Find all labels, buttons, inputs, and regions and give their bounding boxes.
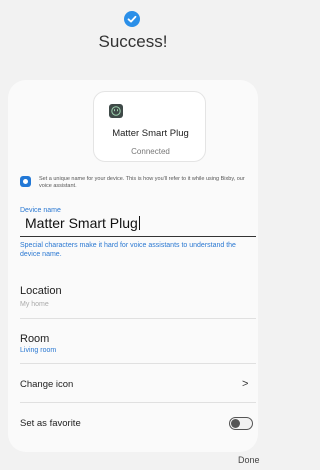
favorite-toggle[interactable]: [229, 417, 253, 430]
device-name-label: Device name: [20, 207, 61, 214]
checkmark-icon: [124, 11, 140, 27]
device-name-underline: [20, 236, 256, 237]
divider: [20, 363, 256, 364]
device-name-input-value: Matter Smart Plug: [25, 215, 138, 231]
device-name-input[interactable]: Matter Smart Plug: [25, 215, 140, 231]
special-characters-warning: Special characters make it hard for voic…: [20, 242, 236, 258]
room-label: Room: [20, 333, 50, 345]
device-tile: Matter Smart Plug Connected: [93, 91, 206, 162]
divider: [20, 402, 256, 403]
success-header: Success!: [0, 0, 266, 70]
naming-hint: Set a unique name for your device. This …: [39, 176, 245, 189]
done-button[interactable]: Done: [238, 455, 260, 465]
text-cursor: [138, 216, 140, 230]
toggle-knob: [231, 418, 240, 428]
room-value: Living room: [20, 347, 57, 354]
device-status: Connected: [131, 147, 170, 156]
chevron-right-icon: >: [242, 378, 249, 390]
location-value: My home: [20, 301, 49, 308]
device-name: Matter Smart Plug: [112, 128, 189, 139]
smart-plug-icon: [109, 104, 123, 118]
bixby-icon: [20, 176, 31, 187]
divider: [20, 318, 256, 319]
page-title: Success!: [98, 32, 168, 51]
favorite-label: Set as favorite: [20, 418, 81, 429]
change-icon-label: Change icon: [20, 379, 74, 390]
location-label: Location: [20, 285, 62, 297]
